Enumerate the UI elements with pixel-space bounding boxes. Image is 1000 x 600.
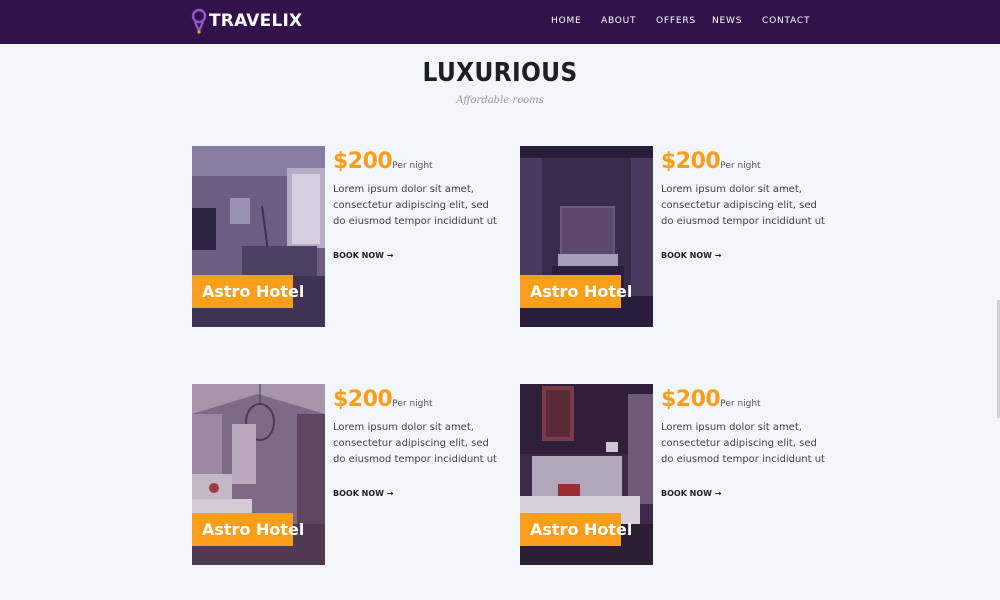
- nav-offers[interactable]: OFFERS: [656, 16, 696, 26]
- section-subtitle: Affordable rooms: [456, 95, 544, 106]
- book-now-link[interactable]: BOOK NOW →: [661, 251, 722, 260]
- room-price: $200Per night: [661, 149, 761, 174]
- hotel-name-badge: Astro Hotel: [520, 513, 632, 546]
- section-title: LUXURIOUS: [422, 58, 578, 88]
- nav-contact[interactable]: CONTACT: [762, 16, 810, 26]
- room-card: Astro Hotel $200Per night Lorem ipsum do…: [520, 384, 825, 565]
- nav-about[interactable]: ABOUT: [601, 16, 636, 26]
- room-price: $200Per night: [333, 149, 433, 174]
- navbar: TRAVELIX HOME ABOUT OFFERS NEWS CONTACT: [0, 0, 1000, 44]
- price-unit: Per night: [392, 399, 433, 409]
- room-card: Astro Hotel $200Per night Lorem ipsum do…: [192, 146, 497, 327]
- hotel-name-badge: Astro Hotel: [520, 275, 632, 308]
- price-amount: $200: [333, 387, 393, 412]
- price-unit: Per night: [720, 399, 761, 409]
- room-description: Lorem ipsum dolor sit amet, consectetur …: [661, 422, 825, 465]
- brand-logo[interactable]: TRAVELIX: [191, 7, 302, 35]
- room-image[interactable]: Astro Hotel: [520, 146, 653, 327]
- room-price: $200Per night: [661, 387, 761, 412]
- price-unit: Per night: [392, 161, 433, 171]
- book-now-link[interactable]: BOOK NOW →: [333, 489, 394, 498]
- hotel-name-badge: Astro Hotel: [192, 513, 304, 546]
- room-description: Lorem ipsum dolor sit amet, consectetur …: [333, 184, 497, 227]
- price-amount: $200: [333, 149, 393, 174]
- brand-name: TRAVELIX: [209, 11, 303, 31]
- book-now-link[interactable]: BOOK NOW →: [333, 251, 394, 260]
- room-card: Astro Hotel $200Per night Lorem ipsum do…: [520, 146, 825, 327]
- hotel-name-badge: Astro Hotel: [192, 275, 304, 308]
- room-description: Lorem ipsum dolor sit amet, consectetur …: [661, 184, 825, 227]
- nav-news[interactable]: NEWS: [712, 16, 742, 26]
- map-pin-icon: [191, 8, 207, 34]
- price-unit: Per night: [720, 161, 761, 171]
- nav-home[interactable]: HOME: [551, 16, 582, 26]
- room-image[interactable]: Astro Hotel: [520, 384, 653, 565]
- room-card: Astro Hotel $200Per night Lorem ipsum do…: [192, 384, 497, 565]
- book-now-link[interactable]: BOOK NOW →: [661, 489, 722, 498]
- price-amount: $200: [661, 387, 721, 412]
- price-amount: $200: [661, 149, 721, 174]
- room-price: $200Per night: [333, 387, 433, 412]
- room-description: Lorem ipsum dolor sit amet, consectetur …: [333, 422, 497, 465]
- room-image[interactable]: Astro Hotel: [192, 384, 325, 565]
- room-image[interactable]: Astro Hotel: [192, 146, 325, 327]
